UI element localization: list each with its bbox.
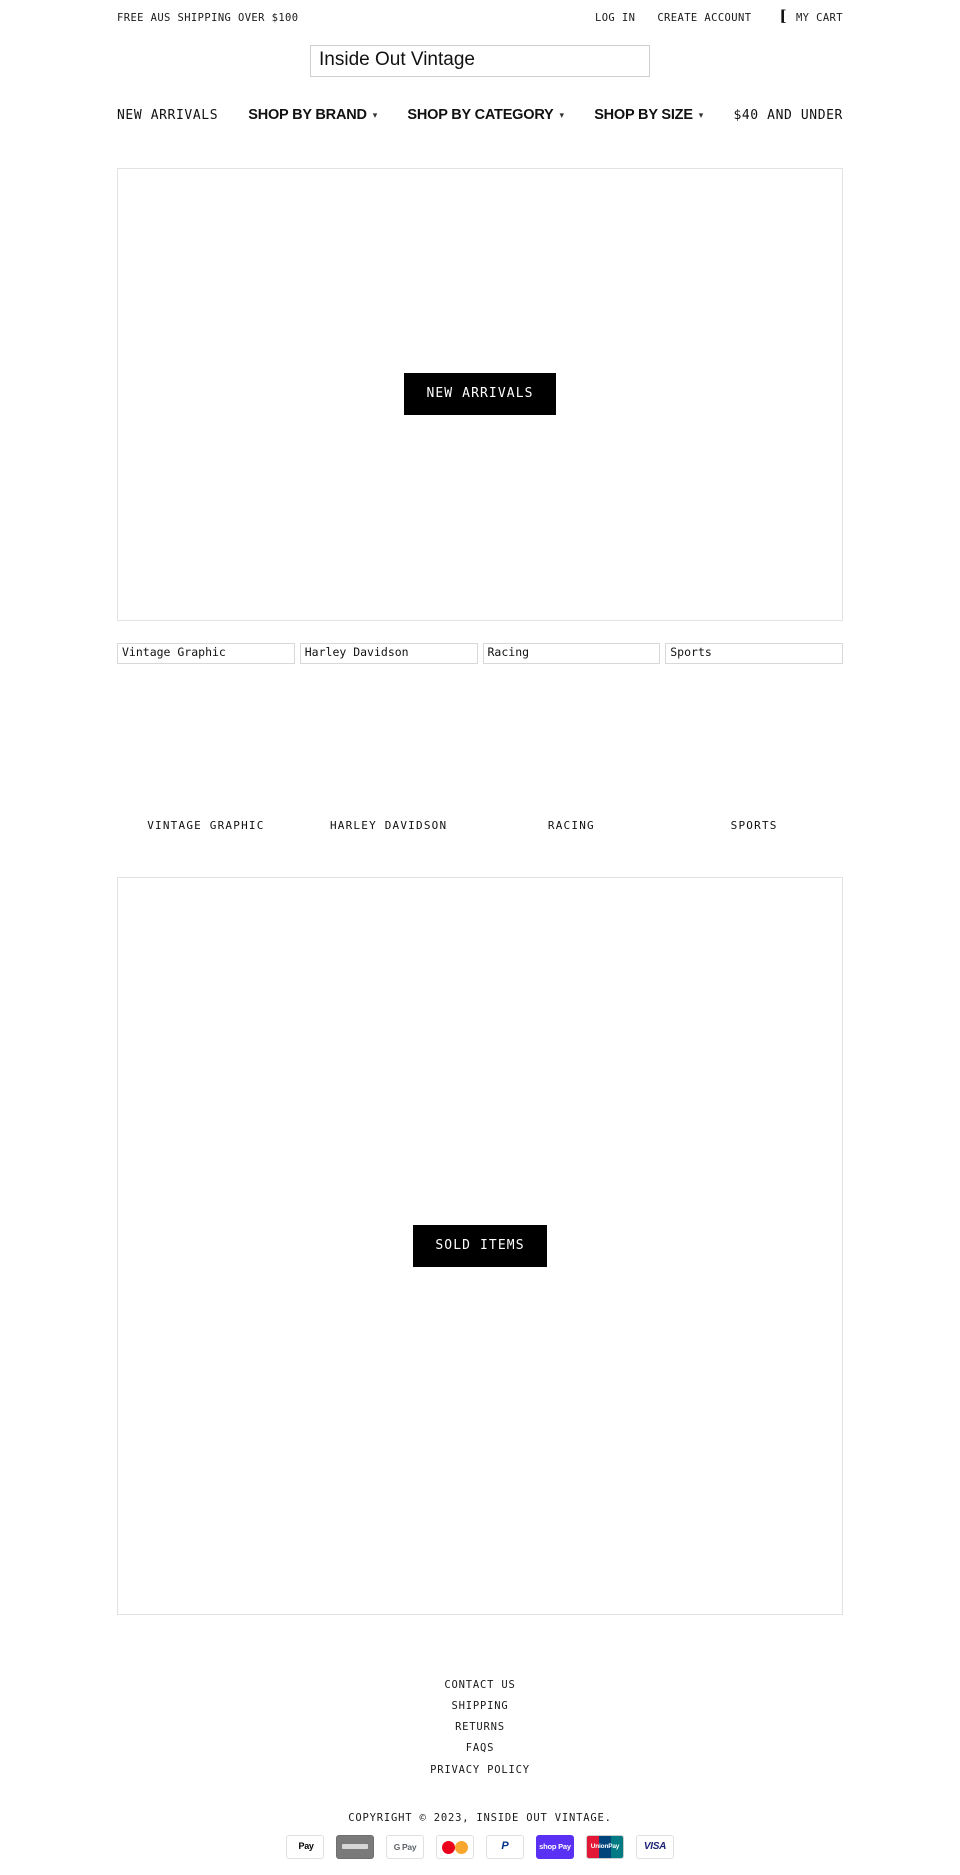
main-navigation: NEW ARRIVALS SHOP BY BRAND ▾ SHOP BY CAT… <box>0 81 960 123</box>
footer-link-faqs[interactable]: FAQS <box>466 1740 495 1756</box>
nav-item-shop-by-size[interactable]: SHOP BY SIZE ▾ <box>594 107 703 123</box>
collection-title: HARLEY DAVIDSON <box>329 818 448 832</box>
page-root: FREE AUS SHIPPING OVER $100 LOG IN CREAT… <box>0 0 960 1867</box>
nav-item-shop-by-brand[interactable]: SHOP BY BRAND ▾ <box>248 107 377 123</box>
my-cart-label: MY CART <box>795 11 843 24</box>
footer-link-contact-us[interactable]: CONTACT US <box>444 1677 515 1693</box>
nav-label: SHOP BY SIZE <box>594 106 693 123</box>
collection-card-harley-davidson[interactable]: Harley Davidson HARLEY DAVIDSON <box>299 642 478 832</box>
collection-grid: Vintage Graphic VINTAGE GRAPHIC Harley D… <box>0 621 960 832</box>
chevron-down-icon: ▾ <box>372 109 378 120</box>
footer-link-privacy-policy[interactable]: PRIVACY POLICY <box>430 1762 530 1778</box>
site-logo[interactable]: Inside Out Vintage <box>310 45 650 77</box>
mastercard-icon <box>436 1834 474 1859</box>
nav-label: $40 AND UNDER <box>733 107 843 123</box>
cart-link[interactable]: [ MY CART <box>779 7 843 25</box>
nav-label: SHOP BY BRAND <box>248 106 367 123</box>
sold-items-cta-button[interactable]: SOLD ITEMS <box>413 1224 547 1267</box>
apple-pay-icon: Pay <box>286 1834 324 1859</box>
new-arrivals-cta-button[interactable]: NEW ARRIVALS <box>404 373 556 416</box>
footer-link-shipping[interactable]: SHIPPING <box>452 1698 509 1714</box>
amex-icon <box>336 1834 374 1859</box>
footer-link-list: CONTACT US SHIPPING RETURNS FAQS PRIVACY… <box>430 1677 530 1778</box>
site-footer: CONTACT US SHIPPING RETURNS FAQS PRIVACY… <box>0 1615 960 1867</box>
collection-card-sports[interactable]: Sports SPORTS <box>665 642 843 832</box>
collection-card-racing[interactable]: Racing RACING <box>482 642 661 832</box>
shop-pay-icon: shop Pay <box>536 1834 574 1859</box>
utility-bar: FREE AUS SHIPPING OVER $100 LOG IN CREAT… <box>0 0 960 33</box>
nav-item-shop-by-category[interactable]: SHOP BY CATEGORY ▾ <box>407 107 564 123</box>
cart-icon: [ <box>779 7 787 25</box>
payment-methods-row: Pay G Pay P shop Pay UnionPay VISA <box>286 1834 674 1867</box>
footer-link-returns[interactable]: RETURNS <box>455 1719 505 1735</box>
promo-message: FREE AUS SHIPPING OVER $100 <box>117 11 299 24</box>
nav-item-40-and-under[interactable]: $40 AND UNDER <box>733 108 843 123</box>
collection-image: Harley Davidson <box>299 642 478 664</box>
chevron-down-icon: ▾ <box>698 109 704 120</box>
log-in-link[interactable]: LOG IN <box>595 12 635 24</box>
collection-image: Vintage Graphic <box>117 642 295 664</box>
hero-secondary-banner[interactable]: SOLD ITEMS <box>117 876 843 1615</box>
google-pay-icon: G Pay <box>386 1834 424 1859</box>
hero-secondary-section: SOLD ITEMS <box>0 832 960 1615</box>
collection-image: Sports <box>665 642 843 664</box>
copyright-text: COPYRIGHT © 2023, INSIDE OUT VINTAGE. <box>348 1811 612 1824</box>
hero-primary-section: NEW ARRIVALS <box>0 123 960 621</box>
paypal-icon: P <box>486 1834 524 1859</box>
nav-item-new-arrivals[interactable]: NEW ARRIVALS <box>117 108 218 123</box>
create-account-link[interactable]: CREATE ACCOUNT <box>657 12 751 24</box>
visa-icon: VISA <box>636 1834 674 1859</box>
hero-primary-banner[interactable]: NEW ARRIVALS <box>117 167 843 621</box>
unionpay-icon: UnionPay <box>586 1834 624 1859</box>
collection-card-vintage-graphic[interactable]: Vintage Graphic VINTAGE GRAPHIC <box>117 642 295 832</box>
header-logo-area: Inside Out Vintage <box>0 33 960 81</box>
nav-label: SHOP BY CATEGORY <box>407 106 554 123</box>
collection-title: SPORTS <box>730 818 778 832</box>
nav-label: NEW ARRIVALS <box>117 107 219 123</box>
collection-image: Racing <box>482 642 661 664</box>
collection-title: RACING <box>547 818 595 832</box>
utility-links: LOG IN CREATE ACCOUNT [ MY CART <box>595 7 843 25</box>
collection-title: VINTAGE GRAPHIC <box>147 818 265 832</box>
chevron-down-icon: ▾ <box>559 109 565 120</box>
